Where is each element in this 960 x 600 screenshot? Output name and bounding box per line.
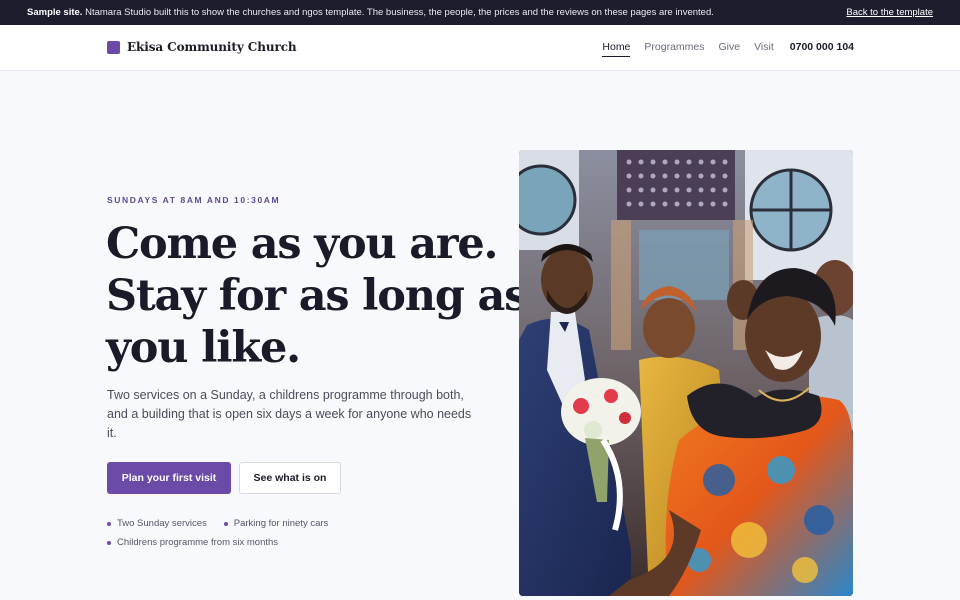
church-logo-icon <box>107 40 120 54</box>
hero-lede: Two services on a Sunday, a childrens pr… <box>107 388 472 440</box>
feature-label: Parking for ninety cars <box>233 518 329 529</box>
headline-line: you like. <box>106 323 301 373</box>
brand[interactable]: Ekisa Community Church <box>107 40 297 54</box>
feature-label: Childrens programme from six months <box>117 537 279 548</box>
bullet-dot-icon <box>107 521 111 526</box>
nav-item-programmes[interactable]: Programmes <box>644 41 704 53</box>
hero-headline: Come as you are. Stay for as long as you… <box>106 218 528 374</box>
brand-name: Ekisa Community Church <box>127 40 297 54</box>
hero-photo <box>519 150 853 596</box>
service-times-eyebrow: SUNDAYS AT 8AM AND 10:30AM <box>107 195 281 205</box>
feature-item: Parking for ninety cars <box>223 518 329 529</box>
site-header: Ekisa Community Church Home Programmes G… <box>0 25 960 71</box>
headline-line: Stay for as long as <box>106 271 528 321</box>
feature-list: Two Sunday services Parking for ninety c… <box>107 518 367 556</box>
notice-message: Sample site. Ntamara Studio built this t… <box>27 7 714 18</box>
main-nav: Home Programmes Give Visit 0700 000 104 <box>588 41 854 57</box>
notice-text: Ntamara Studio built this to show the ch… <box>82 7 714 18</box>
nav-item-give[interactable]: Give <box>719 41 741 53</box>
bullet-dot-icon <box>223 521 228 526</box>
bullet-dot-icon <box>107 540 111 545</box>
notice-lead: Sample site. <box>27 7 83 18</box>
phone-link[interactable]: 0700 000 104 <box>790 41 854 53</box>
see-whats-on-button[interactable]: See what is on <box>239 462 341 494</box>
plan-visit-button[interactable]: Plan your first visit <box>107 462 231 494</box>
nav-item-home[interactable]: Home <box>602 41 631 57</box>
congregation-photo-illustration <box>519 150 853 596</box>
feature-label: Two Sunday services <box>117 518 207 529</box>
headline-line: Come as you are. <box>106 219 499 269</box>
sample-site-notice: Sample site. Ntamara Studio built this t… <box>0 0 960 25</box>
feature-item: Two Sunday services <box>107 518 207 529</box>
back-to-template-link[interactable]: Back to the template <box>846 7 933 18</box>
nav-item-visit[interactable]: Visit <box>754 41 774 53</box>
feature-item: Childrens programme from six months <box>107 537 278 548</box>
